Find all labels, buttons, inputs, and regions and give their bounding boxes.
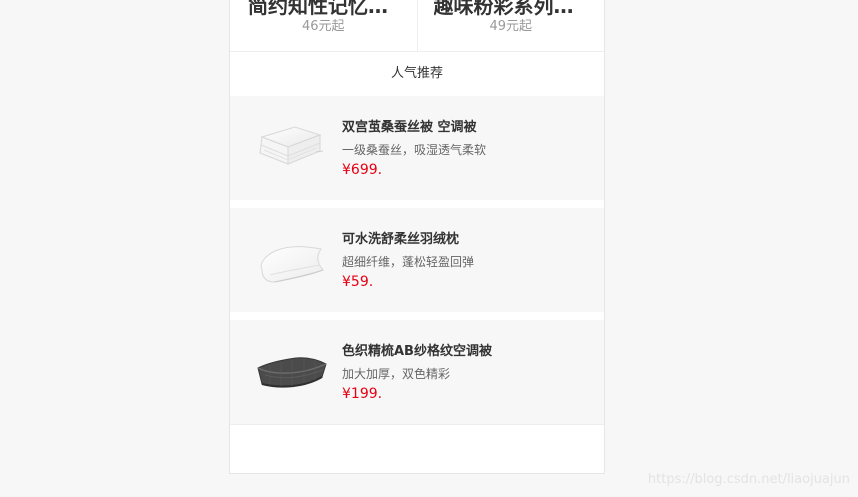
product-description: 一级桑蚕丝，吸湿透气柔软 xyxy=(342,143,487,157)
top-product-price: 49元起 xyxy=(489,19,533,34)
product-info: 双宫茧桑蚕丝被 空调被 一级桑蚕丝，吸湿透气柔软 ¥699. xyxy=(342,118,582,180)
product-info: 可水洗舒柔丝羽绒枕 超细纤维，蓬松轻盈回弹 ¥59. xyxy=(342,230,582,292)
product-price: ¥199. xyxy=(342,386,383,402)
product-info: 色织精梳AB纱格纹空调被 加大加厚，双色精彩 ¥199. xyxy=(342,342,582,404)
product-title: 可水洗舒柔丝羽绒枕 xyxy=(342,232,460,247)
white-silk-quilt-image xyxy=(250,116,330,180)
product-title: 色织精梳AB纱格纹空调被 xyxy=(342,344,492,359)
top-product-row: 简约知性记忆… 46元起 趣味粉彩系列… 49元起 xyxy=(230,0,604,52)
product-title: 双宫茧桑蚕丝被 空调被 xyxy=(342,120,477,135)
recommended-product-list: 双宫茧桑蚕丝被 空调被 一级桑蚕丝，吸湿透气柔软 ¥699. 可水洗舒柔丝羽绒枕… xyxy=(230,96,604,425)
blog-watermark: https://blog.csdn.net/liaojuajun xyxy=(647,472,850,487)
mobile-page-frame: 简约知性记忆… 46元起 趣味粉彩系列… 49元起 人气推荐 双宫茧桑蚕丝被 空… xyxy=(229,0,605,474)
product-card-down-pillow[interactable]: 可水洗舒柔丝羽绒枕 超细纤维，蓬松轻盈回弹 ¥59. xyxy=(230,208,604,312)
product-description: 加大加厚，双色精彩 xyxy=(342,367,451,381)
white-pillow-image xyxy=(250,228,330,292)
popular-recommendation-header: 人气推荐 xyxy=(390,66,443,81)
top-product-card-1[interactable]: 简约知性记忆… 46元起 xyxy=(230,0,417,51)
top-product-title: 趣味粉彩系列… xyxy=(433,0,574,18)
product-price: ¥699. xyxy=(342,162,383,178)
product-card-check-quilt[interactable]: 色织精梳AB纱格纹空调被 加大加厚，双色精彩 ¥199. xyxy=(230,320,604,425)
product-card-silk-quilt[interactable]: 双宫茧桑蚕丝被 空调被 一级桑蚕丝，吸湿透气柔软 ¥699. xyxy=(230,96,604,200)
gray-blanket-image xyxy=(250,340,330,404)
top-product-price: 46元起 xyxy=(301,19,345,34)
top-product-title: 简约知性记忆… xyxy=(248,0,388,18)
top-product-card-2[interactable]: 趣味粉彩系列… 49元起 xyxy=(416,0,605,51)
product-description: 超细纤维，蓬松轻盈回弹 xyxy=(342,255,475,269)
product-price: ¥59. xyxy=(342,274,374,290)
